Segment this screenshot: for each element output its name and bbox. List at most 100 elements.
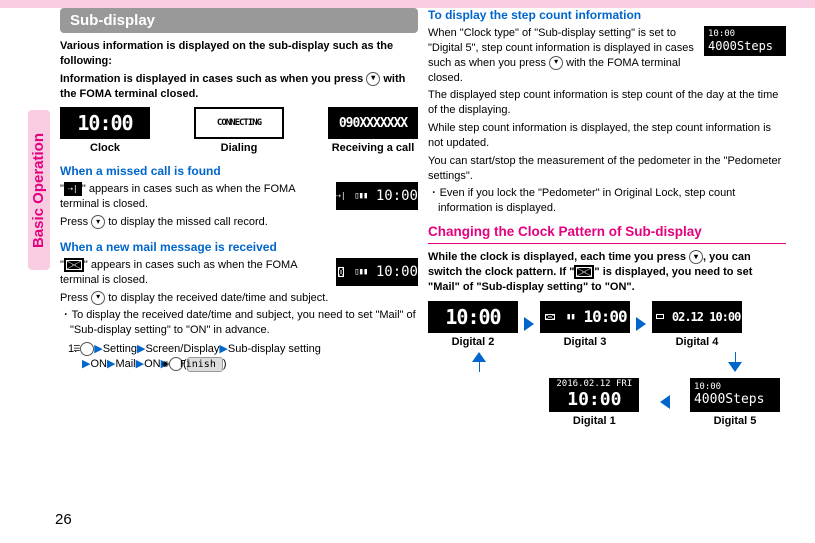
step-a: Screen/Display	[145, 343, 219, 355]
finish-button-label: Finish	[187, 357, 223, 373]
digital3-lcd: ▮▮ 10:00	[540, 301, 630, 333]
side-key-icon-2: ▾	[91, 215, 105, 229]
stepcount-lcd-time: 10:00	[708, 30, 735, 39]
d5-time: 10:00	[694, 383, 721, 392]
digital4-label: Digital 4	[652, 336, 742, 348]
missed-call-icon: ⇢|	[64, 182, 82, 196]
digital5-label: Digital 5	[690, 415, 780, 427]
missed-p2a: Press	[60, 216, 91, 228]
mail-lcd-wrap: ▯▮▮ 10:00	[336, 258, 418, 286]
missed-p2: Press ▾ to display the missed call recor…	[60, 215, 418, 230]
down-arrow-right	[728, 352, 742, 372]
mail-heading: When a new mail message is received	[60, 240, 418, 254]
arrow-icon: ▶	[94, 343, 102, 355]
right-column: To display the step count information 10…	[428, 8, 786, 427]
step-count-heading: To display the step count information	[428, 8, 786, 22]
digital3-label: Digital 3	[540, 336, 630, 348]
stepcount-lcd: 10:00 4000Steps	[704, 26, 786, 56]
clock-label: Clock	[60, 142, 150, 154]
d3-mail-icon	[543, 312, 557, 322]
d4-time: 10:00	[709, 310, 740, 324]
content-columns: Sub-display Various information is displ…	[0, 8, 815, 427]
clock-cell: 10:00 Clock	[60, 107, 150, 154]
sc-p3: While step count information is displaye…	[428, 121, 786, 151]
menu-key-icon: ☰	[80, 342, 94, 356]
arrow-down-icon	[728, 362, 742, 372]
mail-bullet: ･ To display the received date/time and …	[60, 308, 418, 338]
digital3-cell: ▮▮ 10:00 Digital 3	[540, 301, 630, 348]
up-arrow-left	[472, 352, 486, 372]
page-number: 26	[55, 511, 72, 528]
mail-icon	[64, 258, 84, 272]
arrow-line-2	[735, 352, 736, 362]
section-title: Sub-display	[60, 8, 418, 33]
magenta-rule	[428, 243, 786, 244]
digital5-lcd: 10:00 4000Steps	[690, 378, 780, 412]
signal-bars-icon-2: ▯▮▮	[354, 267, 367, 277]
d5-steps: 4000Steps	[694, 392, 764, 407]
stepcount-lcd-steps: 4000Steps	[708, 39, 773, 53]
d1-time: 10:00	[567, 389, 621, 410]
clock-pattern-heading: Changing the Clock Pattern of Sub-displa…	[428, 224, 786, 239]
sc-bullet: ･ Even if you lock the "Pedometer" in Or…	[428, 186, 786, 216]
arrow-up-icon	[472, 352, 486, 362]
arrow-left-icon	[660, 395, 670, 409]
missed-call-heading: When a missed call is found	[60, 164, 418, 178]
mail-p2b: to display the received date/time and su…	[105, 292, 328, 304]
digital1-lcd: 2016.02.12 FRI 10:00	[549, 378, 639, 412]
arrow-right-icon	[524, 317, 534, 331]
mail-lcd: ▯▮▮ 10:00	[336, 258, 418, 286]
d4-mail-icon	[654, 312, 666, 321]
dialing-lcd: CONNECTING	[194, 107, 284, 139]
signal-bars-icon: ▯▮▮	[354, 191, 367, 201]
arrow-icon-3: ▶	[219, 343, 227, 355]
side-key-icon-5: ▾	[689, 250, 703, 264]
mail-p2: Press ▾ to display the received date/tim…	[60, 291, 418, 306]
side-key-icon-4: ▾	[549, 56, 563, 70]
missed-p2b: to display the missed call record.	[105, 216, 268, 228]
missed-lcd: ⇢| ▯▮▮ 10:00	[336, 182, 418, 210]
d4-date: 02.12	[672, 310, 703, 324]
digital5-cell: 10:00 4000Steps Digital 5	[690, 378, 780, 427]
side-tab: Basic Operation	[28, 110, 50, 270]
mail-lcd-time: 10:00	[376, 264, 418, 280]
side-key-icon: ▾	[366, 72, 380, 86]
step-d: Mail	[115, 358, 135, 370]
mail-icon-2	[574, 265, 594, 279]
sc-p2: The displayed step count information is …	[428, 88, 786, 118]
left-column: Sub-display Various information is displ…	[60, 8, 418, 427]
cp-intro: While the clock is displayed, each time …	[428, 250, 786, 295]
step-c: ON	[90, 358, 107, 370]
intro-line-1: Various information is displayed on the …	[60, 39, 418, 69]
pattern-top-row: 10:00 Digital 2 ▮▮ 10:00 Digital 3 02.12…	[428, 301, 786, 348]
missed-lcd-wrap: ⇢| ▯▮▮ 10:00	[336, 182, 418, 210]
missed-call-lcd-icon: ⇢|	[336, 189, 346, 203]
digital1-label: Digital 1	[549, 415, 639, 427]
clock-lcd: 10:00	[60, 107, 150, 139]
vertical-arrows-row	[438, 352, 776, 372]
mail-bullet-text: To display the received date/time and su…	[70, 309, 416, 336]
pattern-bottom-row: 2016.02.12 FRI 10:00 Digital 1 10:00 400…	[428, 378, 786, 427]
digital4-cell: 02.12 10:00 Digital 4	[652, 301, 742, 348]
step-e: ON	[144, 358, 161, 370]
sample-displays-row: 10:00 Clock CONNECTING Dialing 090XXXXXX…	[60, 107, 418, 154]
digital1-cell: 2016.02.12 FRI 10:00 Digital 1	[549, 378, 639, 427]
intro2a: Information is displayed in cases such a…	[60, 73, 366, 85]
missed-p1b: " appears in cases such as when the FOMA…	[60, 183, 295, 210]
arrow-icon-6: ▶	[136, 358, 144, 370]
missed-lcd-time: 10:00	[376, 188, 418, 204]
receiving-label: Receiving a call	[328, 142, 418, 154]
receiving-lcd: 090XXXXXXX	[328, 107, 418, 139]
cp-a: While the clock is displayed, each time …	[428, 251, 689, 263]
mail-step: 1. ☰▶Setting▶Screen/Display▶Sub-display …	[60, 342, 418, 372]
top-accent-bar	[0, 0, 815, 8]
sc-bullet-text: Even if you lock the "Pedometer" in Orig…	[438, 187, 735, 214]
dialing-label: Dialing	[194, 142, 284, 154]
digital2-cell: 10:00 Digital 2	[428, 301, 518, 348]
sc-p4: You can start/stop the measurement of th…	[428, 154, 786, 184]
intro-line-2: Information is displayed in cases such a…	[60, 72, 418, 102]
d3-time: 10:00	[583, 307, 626, 326]
digital2-lcd: 10:00	[428, 301, 518, 333]
side-key-icon-3: ▾	[91, 291, 105, 305]
side-tab-label: Basic Operation	[31, 132, 48, 247]
